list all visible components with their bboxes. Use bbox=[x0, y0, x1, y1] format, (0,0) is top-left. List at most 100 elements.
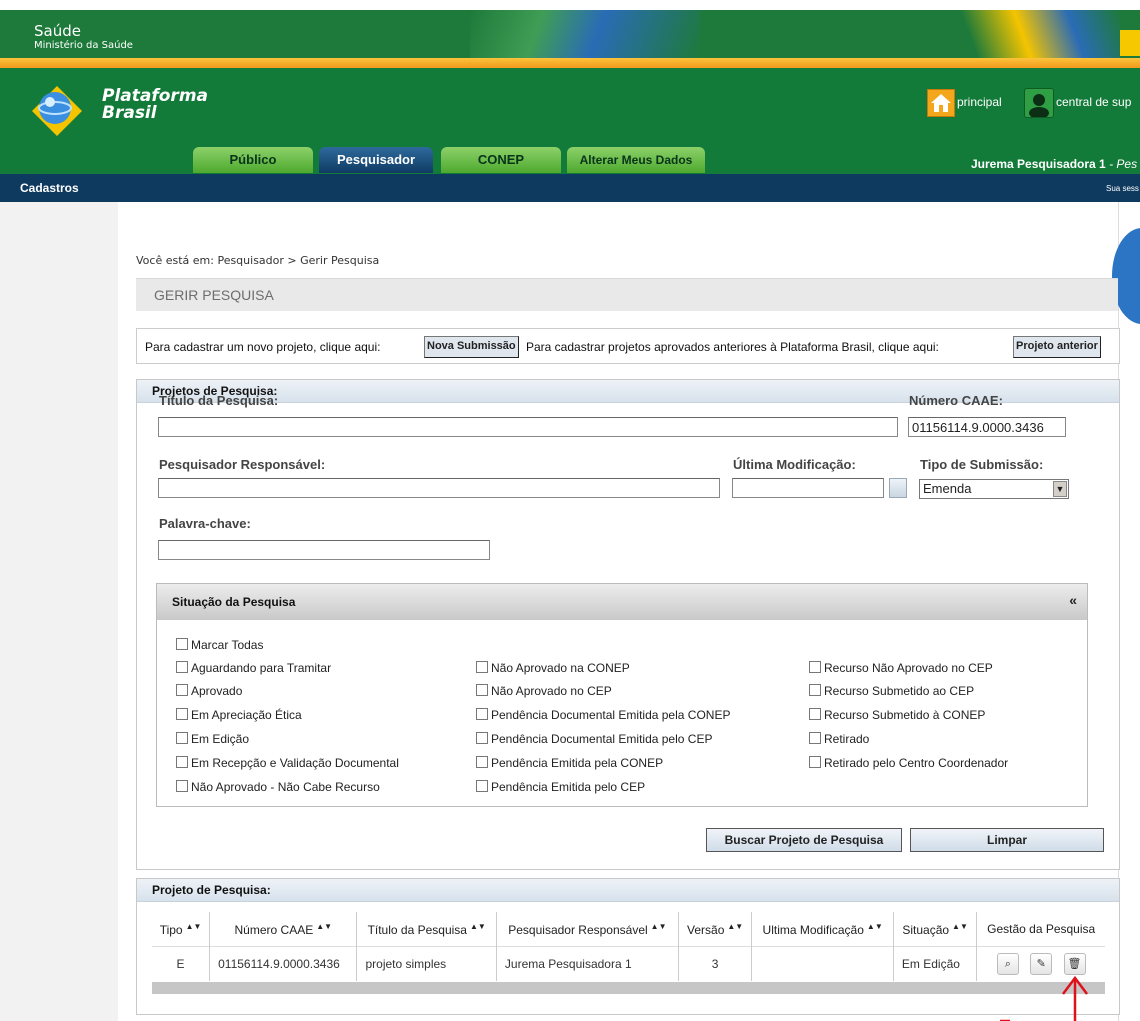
checkbox-situacao[interactable]: Não Aprovado - Não Cabe Recurso bbox=[176, 780, 380, 794]
sort-icon: ▲▼ bbox=[727, 921, 744, 931]
decorative-stripe bbox=[470, 10, 700, 58]
left-column bbox=[0, 202, 118, 1021]
support-user-icon[interactable] bbox=[1024, 88, 1054, 119]
cell-versao: 3 bbox=[678, 946, 753, 981]
sort-icon: ▲▼ bbox=[469, 921, 486, 931]
cell-caae: 01156114.9.0000.3436 bbox=[209, 946, 358, 981]
page-title-bar: GERIR PESQUISA bbox=[136, 278, 1118, 311]
cell-tipo: E bbox=[152, 946, 211, 981]
results-panel-title: Projeto de Pesquisa: bbox=[152, 883, 271, 897]
new-project-text: Para cadastrar um novo projeto, clique a… bbox=[145, 340, 381, 354]
tab-publico[interactable]: Público bbox=[193, 147, 313, 173]
tipo-submissao-label: Tipo de Submissão: bbox=[920, 457, 1044, 472]
checkbox-situacao[interactable]: Em Apreciação Ética bbox=[176, 708, 302, 722]
sort-icon: ▲▼ bbox=[650, 921, 667, 931]
column-header[interactable]: Título da Pesquisa ▲▼ bbox=[356, 912, 497, 947]
limpar-button[interactable]: Limpar bbox=[910, 828, 1104, 852]
table-header-row: Tipo ▲▼ Número CAAE ▲▼ Título da Pesquisa ▲… bbox=[152, 912, 1105, 947]
tab-conep[interactable]: CONEP bbox=[441, 147, 561, 173]
user-info: Jurema Pesquisadora 1 - Pes bbox=[971, 157, 1137, 171]
checkbox-situacao[interactable]: Pendência Documental Emitida pelo CEP bbox=[476, 732, 712, 746]
plataforma-brasil-logo[interactable]: Plataforma Brasil bbox=[22, 76, 208, 146]
government-bar: Saúde Ministério da Saúde bbox=[0, 10, 1140, 58]
projeto-anterior-button[interactable]: Projeto anterior bbox=[1013, 336, 1101, 358]
cell-situacao: Em Edição bbox=[893, 946, 978, 981]
brasil-logo bbox=[1120, 30, 1140, 56]
checkbox-situacao[interactable]: Aguardando para Tramitar bbox=[176, 661, 331, 675]
cell-gestao: ⌕ ✎ 🗑 bbox=[976, 946, 1105, 981]
caae-input[interactable]: 01156114.9.0000.3436 bbox=[908, 417, 1066, 437]
checkbox-situacao[interactable]: Retirado bbox=[809, 732, 869, 746]
situacao-header: Situação da Pesquisa « bbox=[157, 584, 1087, 620]
column-header[interactable]: Pesquisador Responsável ▲▼ bbox=[496, 912, 679, 947]
breadcrumb: Você está em: Pesquisador > Gerir Pesqui… bbox=[136, 254, 380, 267]
titulo-label: Título da Pesquisa: bbox=[159, 393, 279, 408]
checkbox-situacao[interactable]: Pendência Emitida pelo CEP bbox=[476, 780, 645, 794]
pesquisador-input[interactable] bbox=[158, 478, 720, 498]
checkbox-situacao[interactable]: Retirado pelo Centro Coordenador bbox=[809, 756, 1008, 770]
tab-pesquisador[interactable]: Pesquisador bbox=[319, 147, 433, 173]
checkbox-situacao[interactable]: Não Aprovado no CEP bbox=[476, 684, 612, 698]
cell-titulo: projeto simples bbox=[356, 946, 497, 981]
saude-title: Saúde bbox=[34, 22, 81, 40]
checkbox-situacao[interactable]: Recurso Não Aprovado no CEP bbox=[809, 661, 993, 675]
tab-alterar-meus-dados[interactable]: Alterar Meus Dados bbox=[567, 147, 705, 173]
situacao-title: Situação da Pesquisa bbox=[172, 595, 296, 609]
sort-icon: ▲▼ bbox=[316, 921, 333, 931]
tipo-submissao-select[interactable]: Emenda ▼ bbox=[919, 479, 1069, 499]
sort-icon: ▲▼ bbox=[185, 921, 202, 931]
saude-subtitle: Ministério da Saúde bbox=[34, 40, 133, 51]
column-header[interactable]: Situação ▲▼ bbox=[893, 912, 978, 947]
column-header[interactable]: Número CAAE ▲▼ bbox=[209, 912, 358, 947]
modificacao-input[interactable] bbox=[732, 478, 884, 498]
checkbox-situacao[interactable]: Pendência Emitida pela CONEP bbox=[476, 756, 663, 770]
navbar: Cadastros Sua sess bbox=[0, 174, 1140, 202]
nova-submissao-button[interactable]: Nova Submissão bbox=[424, 336, 519, 358]
home-icon[interactable] bbox=[927, 89, 955, 117]
previous-project-text: Para cadastrar projetos aprovados anteri… bbox=[526, 340, 939, 354]
checkbox-situacao[interactable]: Recurso Submetido ao CEP bbox=[809, 684, 974, 698]
sort-icon: ▲▼ bbox=[866, 921, 883, 931]
palavra-chave-input[interactable] bbox=[158, 540, 490, 560]
support-link[interactable]: central de sup bbox=[1056, 95, 1131, 109]
home-link[interactable]: principal bbox=[957, 95, 1002, 109]
menu-cadastros[interactable]: Cadastros bbox=[20, 181, 79, 195]
cell-modificacao bbox=[751, 946, 894, 981]
column-header[interactable]: Ultima Modificação ▲▼ bbox=[751, 912, 894, 947]
header: Plataforma Brasil principal central de s… bbox=[0, 68, 1140, 174]
right-column bbox=[1118, 202, 1140, 1021]
logo-line2: Brasil bbox=[102, 103, 157, 123]
chevron-down-icon[interactable]: ▼ bbox=[1053, 481, 1067, 497]
checkbox-situacao[interactable]: Em Edição bbox=[176, 732, 249, 746]
results-panel-header: Projeto de Pesquisa: bbox=[137, 879, 1119, 902]
palavra-chave-label: Palavra-chave: bbox=[159, 516, 251, 531]
checkbox-situacao[interactable]: Recurso Submetido à CONEP bbox=[809, 708, 985, 722]
session-info: Sua sess bbox=[1106, 184, 1139, 193]
results-table: Tipo ▲▼ Número CAAE ▲▼ Título da Pesquisa ▲… bbox=[152, 912, 1105, 981]
calendar-icon[interactable] bbox=[889, 478, 907, 498]
trash-icon[interactable]: 🗑 bbox=[1063, 953, 1086, 975]
top-strip bbox=[0, 0, 1140, 10]
checkbox-marcar-todas[interactable]: Marcar Todas bbox=[176, 638, 263, 652]
user-name: Jurema Pesquisadora 1 bbox=[971, 157, 1106, 171]
logo-globe-icon bbox=[32, 86, 82, 136]
cell-pesquisador: Jurema Pesquisadora 1 bbox=[496, 946, 679, 981]
buscar-button[interactable]: Buscar Projeto de Pesquisa bbox=[706, 828, 902, 852]
checkbox-situacao[interactable]: Aprovado bbox=[176, 684, 242, 698]
titulo-input[interactable] bbox=[158, 417, 898, 437]
checkbox-situacao[interactable]: Pendência Documental Emitida pela CONEP bbox=[476, 708, 730, 722]
tipo-submissao-value: Emenda bbox=[923, 481, 972, 496]
search-icon[interactable]: ⌕ bbox=[996, 953, 1019, 975]
column-header[interactable]: Tipo ▲▼ bbox=[152, 912, 211, 947]
column-header[interactable]: Versão ▲▼ bbox=[678, 912, 753, 947]
decorative-stripe bbox=[960, 10, 1120, 58]
collapse-icon[interactable]: « bbox=[1069, 592, 1077, 608]
pesquisador-label: Pesquisador Responsável: bbox=[159, 457, 326, 472]
user-role: - Pes bbox=[1105, 157, 1138, 171]
edit-icon[interactable]: ✎ bbox=[1030, 953, 1053, 975]
caae-label: Número CAAE: bbox=[909, 393, 1003, 408]
checkbox-situacao[interactable]: Não Aprovado na CONEP bbox=[476, 661, 630, 675]
table-row: E 01156114.9.0000.3436 projeto simples J… bbox=[152, 946, 1105, 981]
column-header: Gestão da Pesquisa bbox=[976, 912, 1105, 947]
checkbox-situacao[interactable]: Em Recepção e Validação Documental bbox=[176, 756, 399, 770]
